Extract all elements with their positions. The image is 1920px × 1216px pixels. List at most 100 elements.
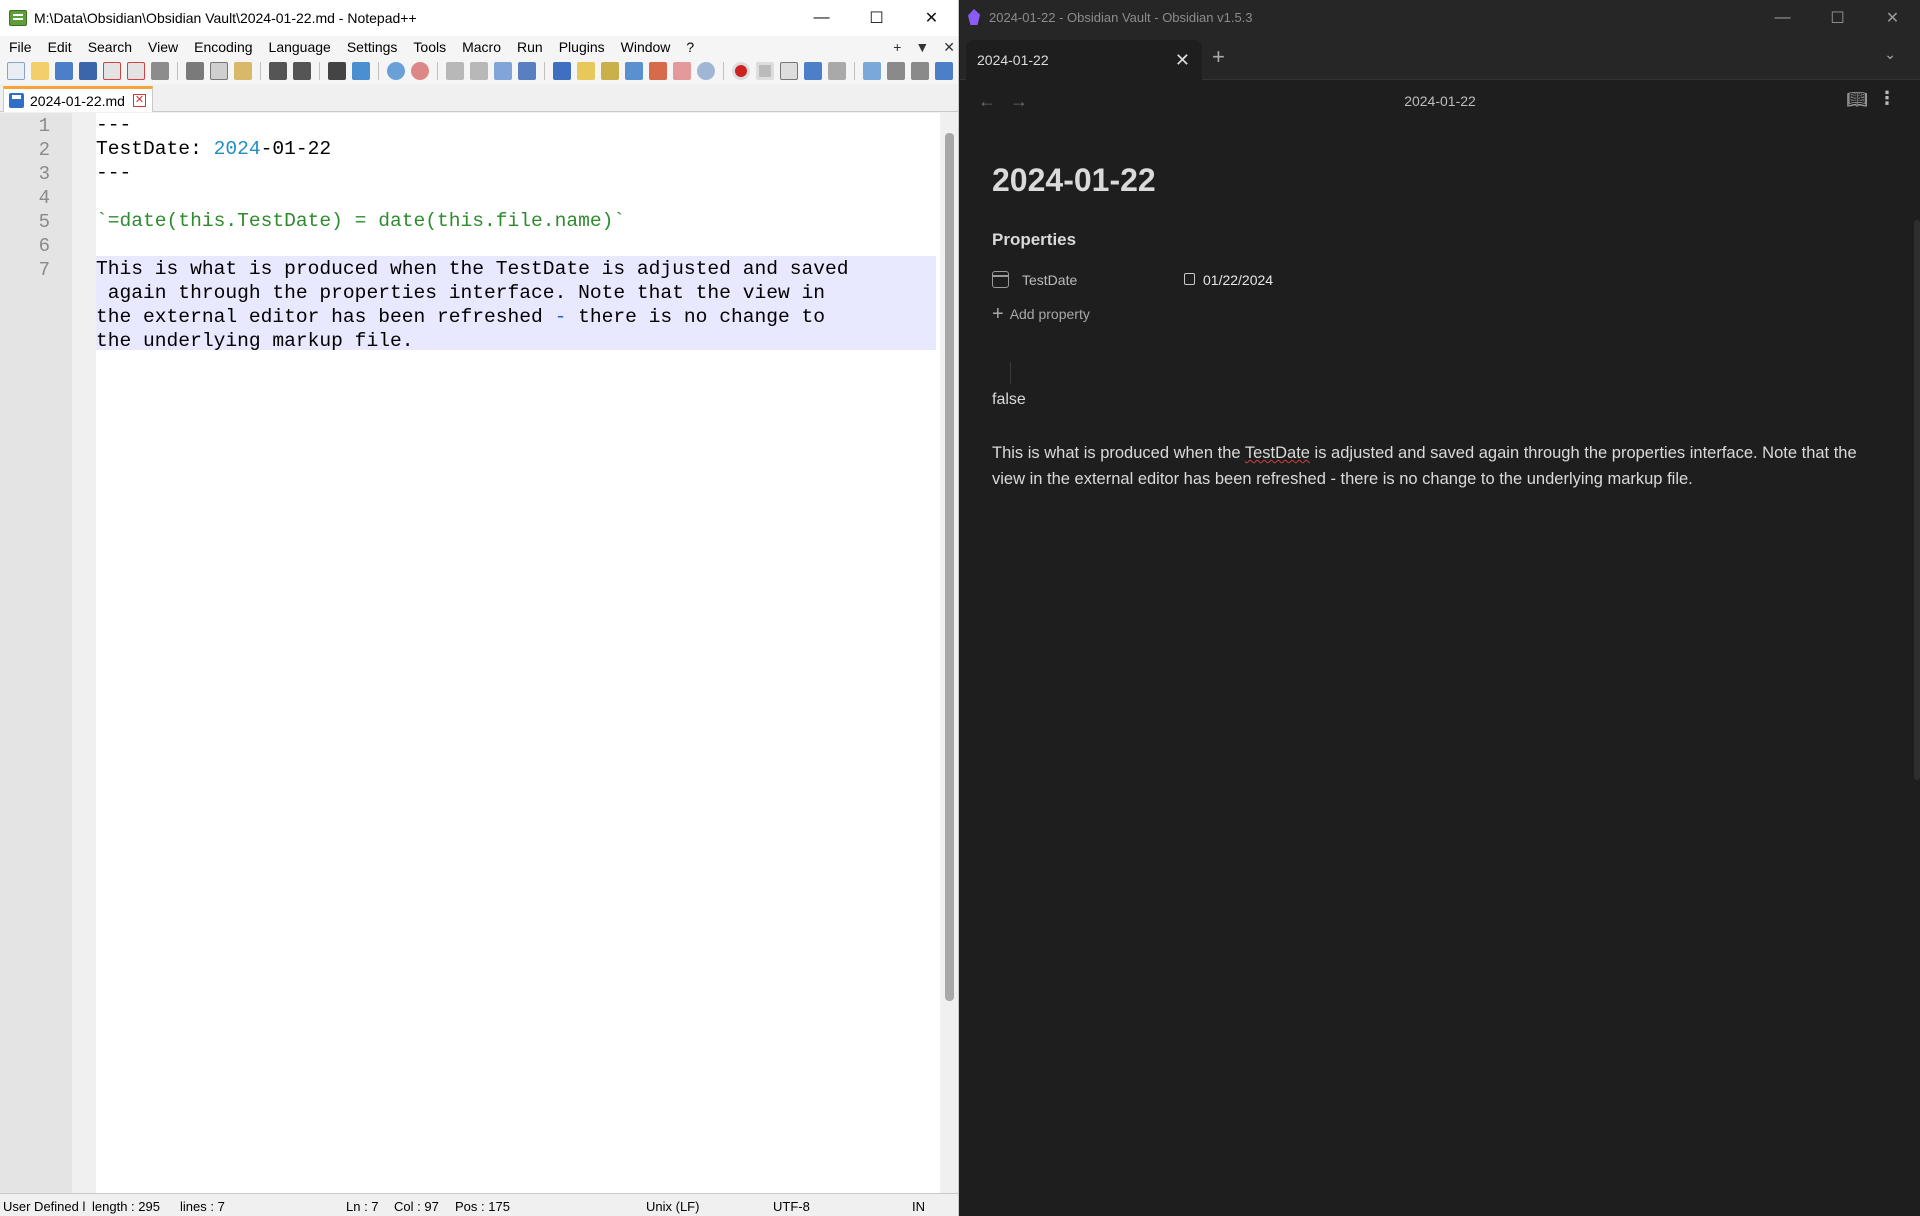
npp-tabbar: 2024-01-22.md ✕ (0, 84, 958, 112)
doc-list-dropdown-icon[interactable]: ▼ (915, 39, 929, 55)
new-doc-plus-icon[interactable]: + (893, 39, 901, 55)
npp-vertical-scrollbar[interactable] (940, 113, 958, 1193)
show-all-chars-icon[interactable] (518, 62, 536, 80)
menu-help[interactable]: ? (678, 39, 702, 55)
monitoring-icon[interactable] (673, 62, 691, 80)
line-number: 3 (38, 163, 50, 185)
menu-run[interactable]: Run (509, 39, 551, 55)
reading-view-book-icon[interactable]: 📖︎ (1846, 90, 1868, 110)
copy-icon[interactable] (210, 62, 228, 80)
properties-heading[interactable]: Properties (992, 230, 1076, 250)
menu-search[interactable]: Search (80, 39, 140, 55)
zoom-out-icon[interactable] (411, 62, 429, 80)
play-macro-icon[interactable] (780, 62, 798, 80)
more-options-icon[interactable]: ⋮ (1878, 88, 1896, 109)
obs-scrollbar[interactable] (1914, 220, 1920, 780)
frontmatter-year: 2024 (213, 138, 261, 160)
toolbar-separator (544, 62, 545, 80)
tab-list-chevron-down-icon[interactable]: ⌄ (1884, 46, 1896, 63)
menu-plugins[interactable]: Plugins (551, 39, 613, 55)
undo-icon[interactable] (269, 62, 287, 80)
plugin-tool-icon-1[interactable] (863, 62, 881, 80)
line-number: 1 (38, 115, 50, 137)
note-body-paragraph[interactable]: This is what is produced when the TestDa… (992, 440, 1872, 492)
add-property-button[interactable]: + Add property (992, 304, 1090, 324)
menu-edit[interactable]: Edit (40, 39, 80, 55)
cut-icon[interactable] (186, 62, 204, 80)
frontmatter-date-rest: -01-22 (260, 138, 332, 160)
new-file-icon[interactable] (7, 62, 25, 80)
paragraph-text: the external editor has been refreshed (96, 306, 555, 328)
status-language: User Defined l (3, 1199, 86, 1214)
npp-scrollbar-thumb[interactable] (945, 133, 954, 1001)
plugin-tool-icon-2[interactable] (887, 62, 905, 80)
status-lines: lines : 7 (180, 1199, 225, 1214)
print-icon[interactable] (151, 62, 169, 80)
npp-minimize-button[interactable]: — (794, 0, 849, 36)
obs-close-button[interactable]: ✕ (1865, 0, 1920, 36)
open-file-icon[interactable] (31, 62, 49, 80)
save-all-icon[interactable] (79, 62, 97, 80)
misspelled-word: TestDate (1244, 444, 1310, 462)
word-wrap-icon[interactable] (494, 62, 512, 80)
save-macro-icon[interactable] (828, 62, 846, 80)
indent-guide-icon[interactable] (553, 62, 571, 80)
property-date-value[interactable]: 01/22/2024 (1203, 272, 1273, 288)
menu-file[interactable]: File (0, 39, 40, 55)
obs-tab-label: 2024-01-22 (977, 52, 1049, 68)
menu-view[interactable]: View (140, 39, 186, 55)
play-macro-multiple-icon[interactable] (804, 62, 822, 80)
property-key[interactable]: TestDate (1022, 272, 1077, 288)
plugin-tool-icon-4[interactable] (935, 62, 953, 80)
menu-window[interactable]: Window (613, 39, 679, 55)
npp-editor[interactable]: 1 2 3 4 5 6 7 --- TestDate: 2024-01-22 -… (0, 113, 958, 1193)
obs-minimize-button[interactable]: — (1755, 0, 1810, 36)
npp-tab-close-icon[interactable]: ✕ (133, 94, 146, 107)
replace-icon[interactable] (352, 62, 370, 80)
calendar-icon[interactable] (992, 271, 1009, 288)
menu-encoding[interactable]: Encoding (186, 39, 260, 55)
menu-settings[interactable]: Settings (339, 39, 406, 55)
udl-icon[interactable] (577, 62, 595, 80)
obs-tab-close-icon[interactable]: ✕ (1175, 50, 1190, 71)
function-list-icon[interactable] (625, 62, 643, 80)
notepadpp-window: M:\Data\Obsidian\Obsidian Vault\2024-01-… (0, 0, 959, 1216)
close-all-icon[interactable] (127, 62, 145, 80)
find-icon[interactable] (328, 62, 346, 80)
record-macro-icon[interactable] (732, 62, 750, 80)
folder-workspace-icon[interactable] (649, 62, 667, 80)
zoom-in-icon[interactable] (387, 62, 405, 80)
doc-map-icon[interactable] (601, 62, 619, 80)
sync-vertical-icon[interactable] (446, 62, 464, 80)
save-icon[interactable] (55, 62, 73, 80)
sync-horizontal-icon[interactable] (470, 62, 488, 80)
menu-language[interactable]: Language (261, 39, 339, 55)
status-length: length : 295 (92, 1199, 160, 1214)
redo-icon[interactable] (293, 62, 311, 80)
paragraph-text: This is what is produced when the TestDa… (96, 258, 849, 280)
npp-titlebar: M:\Data\Obsidian\Obsidian Vault\2024-01-… (0, 0, 958, 36)
new-tab-plus-icon[interactable]: + (1212, 44, 1225, 70)
paste-icon[interactable] (234, 62, 252, 80)
npp-close-button[interactable]: ✕ (904, 0, 958, 36)
inline-query: `=date(this.TestDate) = date(this.file.n… (96, 210, 626, 232)
npp-toolbar: » (0, 58, 958, 84)
paragraph-text: again through the properties interface. … (96, 282, 826, 304)
saved-file-icon (9, 93, 24, 108)
code-line-7c: the external editor has been refreshed -… (96, 306, 825, 328)
note-inline-title[interactable]: 2024-01-22 (992, 162, 1156, 199)
npp-tab-file[interactable]: 2024-01-22.md ✕ (3, 86, 153, 112)
stop-macro-icon[interactable] (756, 62, 774, 80)
date-picker-icon[interactable] (1184, 273, 1195, 285)
code-line-1: --- (96, 114, 131, 136)
plugin-tool-icon-3[interactable] (911, 62, 929, 80)
close-doc-icon[interactable]: ✕ (943, 39, 955, 56)
close-file-icon[interactable] (103, 62, 121, 80)
obs-tab-note[interactable]: 2024-01-22 ✕ (966, 40, 1202, 80)
menu-tools[interactable]: Tools (405, 39, 454, 55)
npp-maximize-button[interactable]: ☐ (849, 0, 904, 36)
obs-maximize-button[interactable]: ☐ (1810, 0, 1865, 36)
menu-macro[interactable]: Macro (454, 39, 509, 55)
view-header-title[interactable]: 2024-01-22 (960, 93, 1920, 109)
preview-eye-icon[interactable] (697, 62, 715, 80)
